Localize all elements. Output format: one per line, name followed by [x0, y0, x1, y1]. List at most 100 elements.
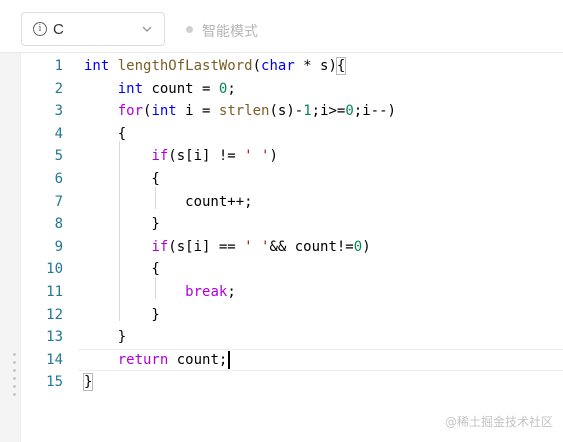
code-token: { [84, 125, 127, 142]
chevron-down-icon [142, 26, 152, 32]
line-number: 6 [54, 171, 63, 187]
code-text: return count; [84, 349, 231, 372]
code-token: (s[i] != [168, 148, 245, 165]
code-token: strlen [218, 103, 270, 120]
line-number: 12 [46, 306, 63, 323]
code-token: ) [269, 148, 278, 165]
code-token: return [117, 351, 169, 368]
code-token: ' ' [244, 238, 270, 255]
code-line[interactable]: 12 } [0, 304, 563, 327]
code-token: count++; [84, 193, 253, 210]
code-text: int lengthOfLastWord(char * s){ [84, 55, 347, 78]
code-line[interactable]: 11 break; [0, 281, 563, 304]
code-token: ; [227, 80, 236, 97]
code-token: ( [252, 58, 262, 74]
code-editor[interactable]: 1 int lengthOfLastWord(char * s){2 int co… [0, 53, 563, 442]
code-token: } [84, 329, 127, 346]
code-token: i = [176, 103, 219, 120]
line-number: 14 [46, 351, 63, 368]
code-token: { [335, 57, 347, 75]
code-token: 1 [303, 103, 312, 120]
line-number: 11 [46, 284, 63, 300]
code-token: ' ' [244, 148, 270, 165]
code-token: { [84, 171, 160, 187]
code-token: count; [168, 351, 228, 368]
code-token: if [151, 148, 169, 165]
info-icon: i [33, 22, 47, 36]
watermark: @稀土掘金技术社区 [444, 415, 553, 429]
code-token: 0 [345, 103, 354, 120]
code-text: int count = 0; [84, 78, 236, 101]
status-dot-icon [186, 26, 193, 33]
language-select[interactable]: i C [21, 12, 165, 46]
code-line[interactable]: 13 } [0, 326, 563, 349]
code-token: if [151, 238, 169, 255]
code-token: && count!= [269, 238, 354, 255]
code-text: if(s[i] != ' ') [84, 145, 278, 168]
line-number: 8 [54, 216, 63, 233]
code-token: (s[i] == [168, 238, 245, 255]
code-token: break [185, 284, 228, 300]
code-line[interactable]: 15} [0, 371, 563, 394]
code-text: } [84, 304, 160, 327]
smart-mode-toggle[interactable]: 智能模式 [202, 21, 258, 41]
code-token: ;i>= [311, 103, 346, 120]
code-token: { [84, 261, 160, 278]
code-text: { [84, 168, 160, 191]
code-text: } [84, 326, 126, 349]
code-line[interactable]: 14 return count; [0, 349, 563, 372]
code-line[interactable]: 2 int count = 0; [0, 78, 563, 101]
code-token: * s) [294, 58, 337, 74]
text-cursor [228, 350, 231, 369]
editor-toolbar: i C 智能模式 [0, 0, 563, 53]
line-number: 9 [54, 238, 63, 255]
line-number: 3 [54, 103, 63, 120]
code-line[interactable]: 5 if(s[i] != ' ') [0, 145, 563, 168]
code-token: } [84, 306, 160, 323]
code-text: if(s[i] == ' '&& count!=0) [84, 236, 371, 259]
line-number: 5 [54, 148, 63, 165]
code-token: ) [362, 238, 371, 255]
line-number: 2 [54, 80, 63, 97]
code-token: int [84, 58, 110, 74]
code-token: 0 [353, 238, 363, 255]
code-line[interactable]: 8 } [0, 213, 563, 236]
code-token: (s)- [269, 103, 304, 120]
code-line[interactable]: 9 if(s[i] == ' '&& count!=0) [0, 236, 563, 259]
code-line[interactable]: 1 int lengthOfLastWord(char * s){ [0, 55, 563, 78]
code-token: } [82, 373, 94, 392]
code-text: } [84, 213, 160, 236]
code-token: } [84, 216, 160, 233]
code-line[interactable]: 6 { [0, 168, 563, 191]
code-token: int [151, 103, 177, 120]
language-label: C [53, 20, 64, 38]
code-token: char [261, 58, 295, 74]
line-number: 7 [54, 193, 63, 210]
code-line[interactable]: 7 count++; [0, 191, 563, 214]
code-token: lengthOfLastWord [117, 58, 253, 74]
code-token: count = [143, 80, 219, 97]
code-text: for(int i = strlen(s)-1;i>=0;i--) [84, 100, 396, 123]
code-line[interactable]: 4 { [0, 123, 563, 146]
line-number: 1 [54, 58, 63, 74]
code-text: break; [84, 281, 236, 304]
line-number: 15 [46, 374, 63, 391]
code-text: { [84, 123, 126, 146]
code-token: for [117, 103, 144, 120]
line-number: 10 [46, 261, 63, 278]
code-line[interactable]: 3 for(int i = strlen(s)-1;i>=0;i--) [0, 100, 563, 123]
line-number: 13 [46, 329, 63, 346]
code-token: ; [227, 284, 236, 300]
code-token: int [117, 80, 144, 97]
code-line[interactable]: 10 { [0, 258, 563, 281]
code-token: ;i--) [353, 103, 396, 120]
code-text: { [84, 258, 160, 281]
line-number: 4 [54, 125, 63, 142]
